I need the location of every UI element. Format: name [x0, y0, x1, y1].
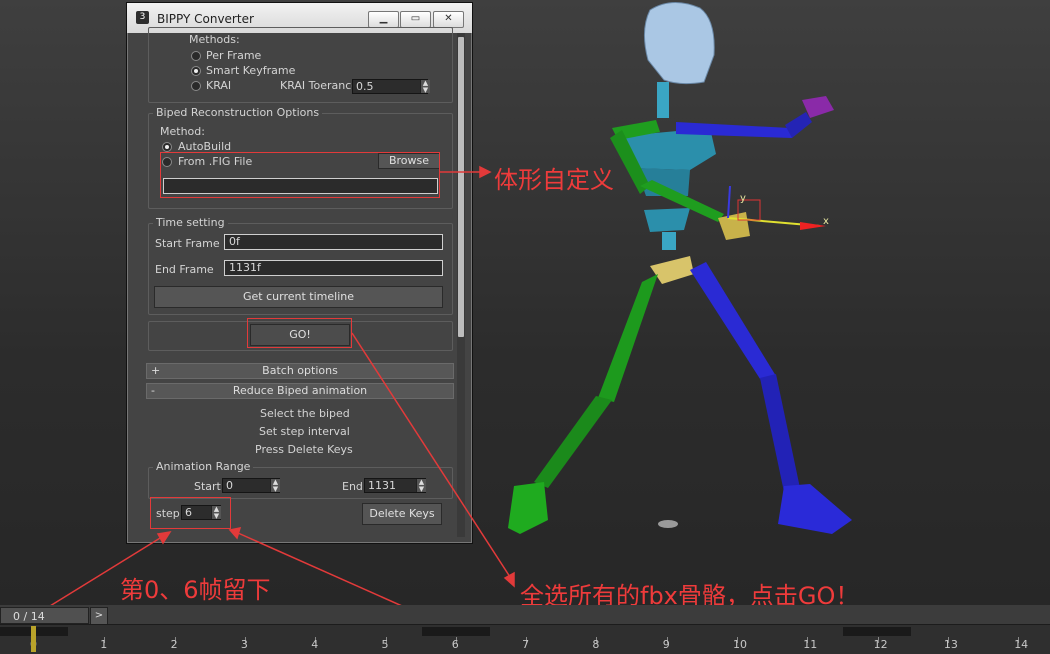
- krai-tolerance-label: KRAI Toerance: [280, 79, 359, 92]
- timeline-tick-label: 12: [873, 638, 888, 651]
- gizmo-y-label: y: [740, 193, 746, 204]
- timeline-tick-label: 11: [803, 638, 818, 651]
- get-current-timeline-button[interactable]: Get current timeline: [154, 286, 443, 308]
- smart-keyframe-label: Smart Keyframe: [206, 64, 296, 77]
- instruction-step-interval: Set step interval: [259, 425, 350, 438]
- methods-label: Methods:: [189, 33, 240, 46]
- batch-options-label: Batch options: [262, 364, 338, 377]
- biped-reconstruction-title: Biped Reconstruction Options: [153, 106, 323, 119]
- restore-icon: ▭: [410, 13, 421, 24]
- timeline-tick-label: 6: [451, 638, 459, 651]
- timeline-tick-label: 5: [381, 638, 389, 651]
- range-start-label: Start: [194, 480, 221, 493]
- spinner-arrows-icon[interactable]: ▲ ▼: [420, 80, 430, 94]
- gizmo-x-label: x: [823, 216, 829, 227]
- key-band: [422, 627, 490, 636]
- close-button[interactable]: ✕: [433, 11, 464, 28]
- time-slider[interactable]: 0 / 14: [0, 607, 89, 624]
- start-frame-label: Start Frame: [155, 237, 220, 250]
- end-frame-field[interactable]: 1131f: [224, 260, 443, 276]
- annotation-custom-shape: 体形自定义: [494, 166, 614, 194]
- timeline-tick-label: 2: [170, 638, 178, 651]
- range-start-arrows-icon[interactable]: ▲ ▼: [270, 479, 280, 493]
- reduce-biped-rollout[interactable]: - Reduce Biped animation: [146, 383, 454, 399]
- annotation-keep-frames: 第0、6帧留下: [120, 576, 271, 604]
- radio-smart-keyframe[interactable]: [191, 66, 201, 76]
- krai-label: KRAI: [206, 79, 232, 92]
- start-frame-field[interactable]: 0f: [224, 234, 443, 250]
- batch-options-rollout[interactable]: + Batch options: [146, 363, 454, 379]
- range-end-label: End: [342, 480, 363, 493]
- app-icon: 3: [136, 11, 149, 24]
- expand-icon: +: [151, 364, 161, 377]
- restore-button[interactable]: ▭: [400, 11, 431, 28]
- radio-autobuild[interactable]: [162, 142, 172, 152]
- timeline-tick-label: 8: [592, 638, 600, 651]
- instruction-select-biped: Select the biped: [260, 407, 350, 420]
- timeline-tick-label: 10: [733, 638, 747, 651]
- timeline-tick-label: 13: [943, 638, 958, 651]
- end-frame-label: End Frame: [155, 263, 214, 276]
- timeline-tick-label: 3: [240, 638, 248, 651]
- timeline-tick-label: 14: [1014, 638, 1029, 651]
- delete-keys-button[interactable]: Delete Keys: [362, 503, 442, 525]
- bippy-converter-dialog: 3 BIPPY Converter ▁ ▭ ✕ Methods: Per Fra…: [126, 2, 473, 544]
- step-highlight: [150, 497, 231, 529]
- method-label: Method:: [160, 125, 205, 138]
- biped-figure: [508, 2, 852, 534]
- collapse-icon: -: [151, 384, 155, 397]
- key-band: [843, 627, 911, 636]
- scrollbar-thumb[interactable]: [458, 37, 464, 337]
- dialog-content: Methods: Per Frame Smart Keyframe KRAI K…: [134, 27, 457, 537]
- reduce-biped-label: Reduce Biped animation: [232, 384, 368, 397]
- go-highlight: [247, 318, 352, 348]
- timeline-tick-label: 1: [100, 638, 108, 651]
- per-frame-label: Per Frame: [206, 49, 262, 62]
- window-title: BIPPY Converter: [157, 12, 254, 26]
- range-end-arrows-icon[interactable]: ▲ ▼: [416, 479, 426, 493]
- radio-per-frame[interactable]: [191, 51, 201, 61]
- minimize-button[interactable]: ▁: [368, 11, 399, 28]
- time-setting-title: Time setting: [153, 216, 228, 229]
- timeline-tick-label: 9: [662, 638, 670, 651]
- instruction-delete-keys: Press Delete Keys: [255, 443, 353, 456]
- dialog-scrollbar[interactable]: [457, 33, 465, 537]
- radio-krai[interactable]: [191, 81, 201, 91]
- timeline-tick-label: 7: [522, 638, 530, 651]
- timeline-tick-label: 4: [311, 638, 319, 651]
- minimize-icon: ▁: [379, 13, 388, 24]
- close-icon: ✕: [444, 13, 453, 24]
- fig-file-highlight: [160, 152, 440, 198]
- playhead[interactable]: [31, 626, 36, 652]
- animation-range-title: Animation Range: [153, 460, 254, 473]
- krai-tolerance-spinner[interactable]: 0.5: [352, 79, 428, 94]
